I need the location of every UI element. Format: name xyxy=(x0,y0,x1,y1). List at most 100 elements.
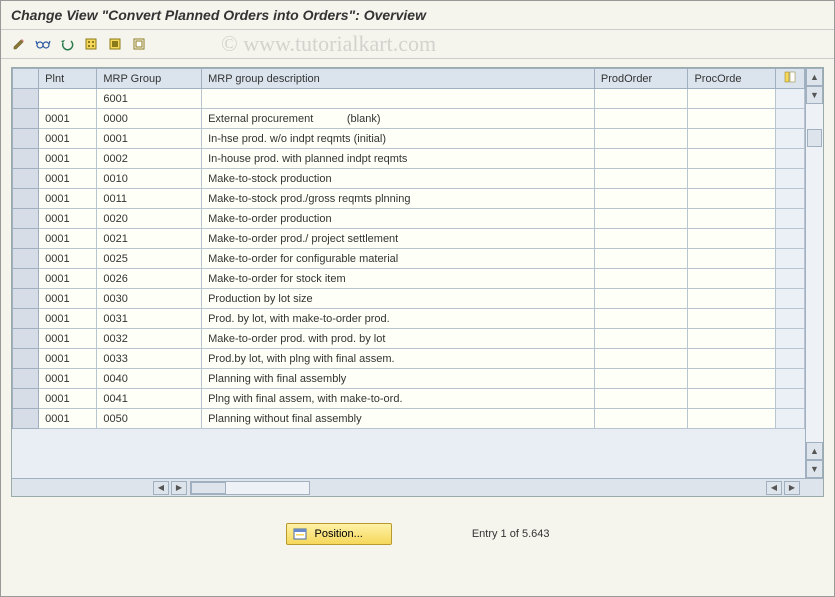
cell-prod-order[interactable] xyxy=(594,189,688,209)
mrpg-input[interactable] xyxy=(97,209,201,228)
plnt-input[interactable] xyxy=(39,289,96,308)
cell-proc-order[interactable] xyxy=(688,129,775,149)
row-selector[interactable] xyxy=(13,209,39,229)
proc-input[interactable] xyxy=(688,309,774,328)
plnt-input[interactable] xyxy=(39,129,96,148)
cell-plnt[interactable] xyxy=(39,209,97,229)
proc-input[interactable] xyxy=(688,249,774,268)
proc-input[interactable] xyxy=(688,289,774,308)
cell-plnt[interactable] xyxy=(39,89,97,109)
prod-input[interactable] xyxy=(595,149,688,168)
prod-input[interactable] xyxy=(595,229,688,248)
prod-input[interactable] xyxy=(595,329,688,348)
row-selector[interactable] xyxy=(13,409,39,429)
mrpg-input[interactable] xyxy=(97,149,201,168)
prod-input[interactable] xyxy=(595,409,688,428)
row-selector[interactable] xyxy=(13,129,39,149)
cell-mrp-desc[interactable] xyxy=(202,109,595,129)
cell-mrp-desc[interactable] xyxy=(202,349,595,369)
cell-mrp-group[interactable] xyxy=(97,349,202,369)
cell-proc-order[interactable] xyxy=(688,309,775,329)
row-selector[interactable] xyxy=(13,89,39,109)
prod-input[interactable] xyxy=(595,109,688,128)
desc-input[interactable] xyxy=(202,389,594,408)
proc-input[interactable] xyxy=(688,369,774,388)
cell-mrp-desc[interactable] xyxy=(202,129,595,149)
prod-input[interactable] xyxy=(595,129,688,148)
cell-mrp-group[interactable] xyxy=(97,209,202,229)
hscroll-right-button[interactable]: ▶ xyxy=(171,481,187,495)
desc-input[interactable] xyxy=(202,229,594,248)
cell-mrp-desc[interactable] xyxy=(202,389,595,409)
cell-prod-order[interactable] xyxy=(594,129,688,149)
position-button[interactable]: Position... xyxy=(286,523,392,545)
cell-mrp-group[interactable] xyxy=(97,129,202,149)
proc-input[interactable] xyxy=(688,389,774,408)
row-selector[interactable] xyxy=(13,389,39,409)
horizontal-scrollbar[interactable]: ◀ ▶ ◀ ▶ xyxy=(12,478,823,496)
cell-proc-order[interactable] xyxy=(688,349,775,369)
prod-input[interactable] xyxy=(595,349,688,368)
cell-prod-order[interactable] xyxy=(594,409,688,429)
desc-input[interactable] xyxy=(202,189,594,208)
proc-input[interactable] xyxy=(688,189,774,208)
cell-proc-order[interactable] xyxy=(688,169,775,189)
mrpg-input[interactable] xyxy=(97,89,201,108)
proc-input[interactable] xyxy=(688,229,774,248)
cell-mrp-group[interactable] xyxy=(97,409,202,429)
cell-plnt[interactable] xyxy=(39,149,97,169)
cell-mrp-group[interactable] xyxy=(97,309,202,329)
prod-input[interactable] xyxy=(595,389,688,408)
cell-plnt[interactable] xyxy=(39,369,97,389)
plnt-input[interactable] xyxy=(39,189,96,208)
mrpg-input[interactable] xyxy=(97,169,201,188)
proc-input[interactable] xyxy=(688,209,774,228)
vscroll-thumb[interactable] xyxy=(807,129,822,147)
cell-plnt[interactable] xyxy=(39,229,97,249)
mrpg-input[interactable] xyxy=(97,229,201,248)
cell-plnt[interactable] xyxy=(39,109,97,129)
toolbar-select-block-button[interactable] xyxy=(105,34,125,54)
col-header-config[interactable] xyxy=(775,69,804,89)
cell-proc-order[interactable] xyxy=(688,209,775,229)
cell-prod-order[interactable] xyxy=(594,169,688,189)
cell-proc-order[interactable] xyxy=(688,369,775,389)
mrpg-input[interactable] xyxy=(97,389,201,408)
mrpg-input[interactable] xyxy=(97,189,201,208)
prod-input[interactable] xyxy=(595,249,688,268)
mrpg-input[interactable] xyxy=(97,129,201,148)
plnt-input[interactable] xyxy=(39,309,96,328)
proc-input[interactable] xyxy=(688,129,774,148)
cell-mrp-desc[interactable] xyxy=(202,169,595,189)
proc-input[interactable] xyxy=(688,409,774,428)
plnt-input[interactable] xyxy=(39,229,96,248)
desc-input[interactable] xyxy=(202,289,594,308)
cell-mrp-group[interactable] xyxy=(97,289,202,309)
hscroll-left-button-2[interactable]: ◀ xyxy=(766,481,782,495)
scroll-down-button-2[interactable]: ▲ xyxy=(806,442,823,460)
mrpg-input[interactable] xyxy=(97,329,201,348)
hscroll-thumb[interactable] xyxy=(191,482,226,494)
prod-input[interactable] xyxy=(595,289,688,308)
prod-input[interactable] xyxy=(595,309,688,328)
cell-plnt[interactable] xyxy=(39,349,97,369)
hscroll-left-button[interactable]: ◀ xyxy=(153,481,169,495)
cell-plnt[interactable] xyxy=(39,389,97,409)
cell-prod-order[interactable] xyxy=(594,89,688,109)
cell-proc-order[interactable] xyxy=(688,289,775,309)
col-header-plnt[interactable]: Plnt xyxy=(39,69,97,89)
cell-prod-order[interactable] xyxy=(594,249,688,269)
row-selector[interactable] xyxy=(13,189,39,209)
cell-prod-order[interactable] xyxy=(594,289,688,309)
cell-mrp-group[interactable] xyxy=(97,249,202,269)
proc-input[interactable] xyxy=(688,149,774,168)
prod-input[interactable] xyxy=(595,269,688,288)
toolbar-glasses-button[interactable] xyxy=(33,34,53,54)
row-selector[interactable] xyxy=(13,369,39,389)
toolbar-undo-button[interactable] xyxy=(57,34,77,54)
cell-mrp-group[interactable] xyxy=(97,149,202,169)
cell-proc-order[interactable] xyxy=(688,269,775,289)
cell-plnt[interactable] xyxy=(39,129,97,149)
row-selector[interactable] xyxy=(13,229,39,249)
vscroll-track[interactable] xyxy=(806,104,823,442)
